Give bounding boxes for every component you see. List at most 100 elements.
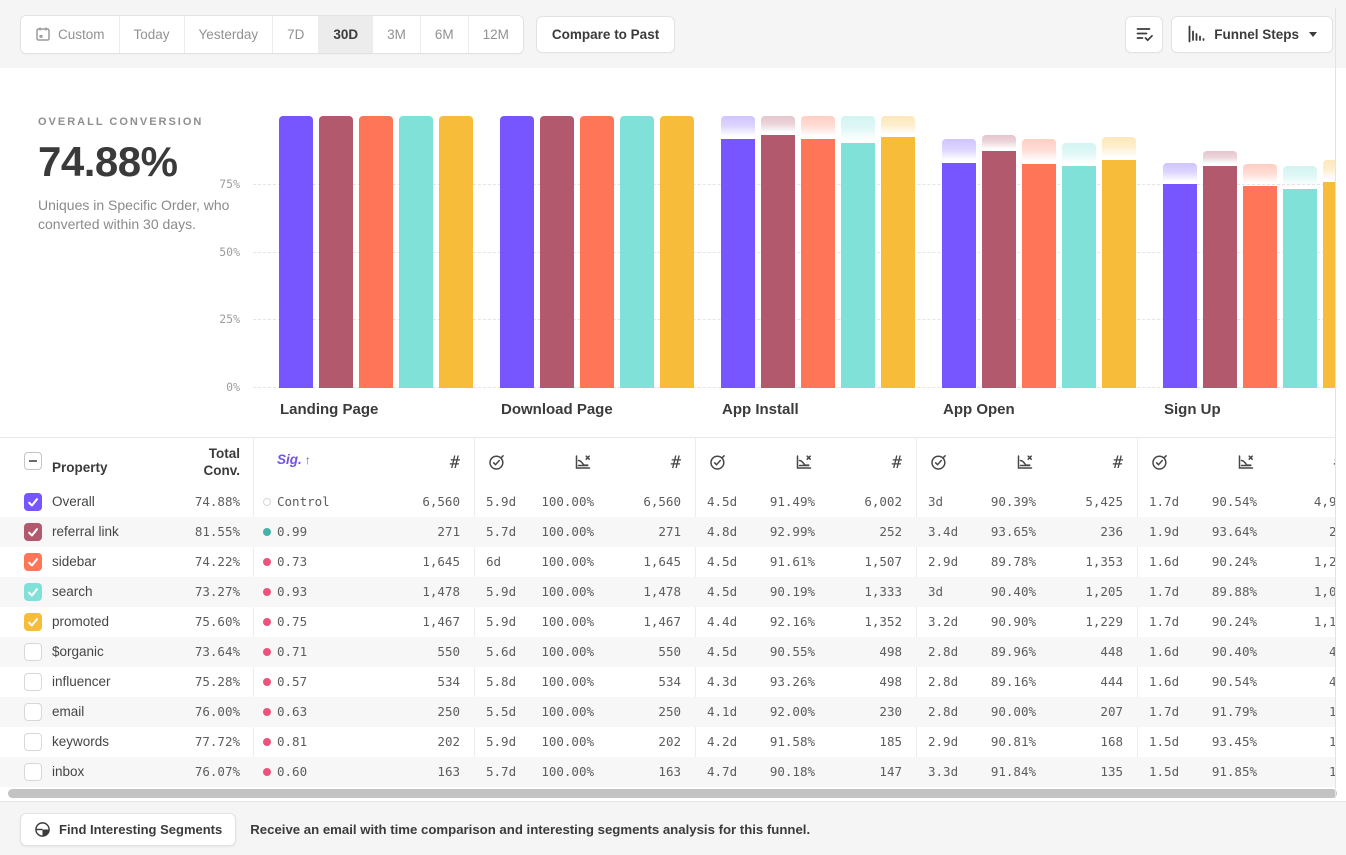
row-checkbox[interactable] xyxy=(24,583,42,601)
row-checkbox[interactable] xyxy=(24,643,42,661)
table-row[interactable]: keywords77.72%0.812025.9d100.00%2024.2d9… xyxy=(0,727,1335,757)
funnel-bar[interactable] xyxy=(1102,160,1136,388)
indeterminate-dash-icon xyxy=(29,460,37,462)
funnel-bar[interactable] xyxy=(1203,166,1237,388)
funnel-bar[interactable] xyxy=(620,116,654,388)
funnel-bar[interactable] xyxy=(660,116,694,388)
funnel-bar[interactable] xyxy=(1163,184,1197,388)
step-count: 1,645 xyxy=(353,547,460,577)
step-count: 1,229 xyxy=(1016,607,1123,637)
step-time-to-convert: 4.7d xyxy=(707,757,737,787)
funnel-bar[interactable] xyxy=(721,139,755,388)
sig-value: 0.63 xyxy=(277,697,307,727)
funnel-bar[interactable] xyxy=(881,137,915,388)
scrollable-content: OVERALL CONVERSION 74.88% Uniques in Spe… xyxy=(0,0,1335,788)
step-count: 168 xyxy=(1016,727,1123,757)
table-row[interactable]: $organic73.64%0.715505.6d100.00%5504.5d9… xyxy=(0,637,1335,667)
table-row[interactable]: referral link81.55%0.992715.7d100.00%271… xyxy=(0,517,1335,547)
funnel-bar[interactable] xyxy=(1022,164,1056,388)
table-row[interactable]: inbox76.07%0.601635.7d100.00%1634.7d90.1… xyxy=(0,757,1335,787)
funnel-bar-dropoff-cap xyxy=(1062,143,1096,166)
step-count: 534 xyxy=(574,667,681,697)
row-checkbox[interactable] xyxy=(24,763,42,781)
step-count: 163 xyxy=(574,757,681,787)
table-row[interactable]: search73.27%0.931,4785.9d100.00%1,4784.5… xyxy=(0,577,1335,607)
sig-dot-positive xyxy=(263,528,271,536)
funnel-bar[interactable] xyxy=(399,116,433,388)
funnel-bar[interactable] xyxy=(580,116,614,388)
table-row[interactable]: sidebar74.22%0.731,6456d100.00%1,6454.5d… xyxy=(0,547,1335,577)
find-interesting-segments-button[interactable]: Find Interesting Segments xyxy=(20,813,236,846)
step-count: 40 xyxy=(1237,667,1335,697)
step-time-to-convert: 1.7d xyxy=(1149,697,1179,727)
funnel-step-label: App Install xyxy=(722,401,799,418)
step-count: 250 xyxy=(353,697,460,727)
step-count: 202 xyxy=(574,727,681,757)
funnel-bar[interactable] xyxy=(841,143,875,388)
table-row[interactable]: email76.00%0.632505.5d100.00%2504.1d92.0… xyxy=(0,697,1335,727)
funnel-bar-dropoff-cap xyxy=(1323,160,1335,181)
row-checkbox[interactable] xyxy=(24,553,42,571)
funnel-step-label: Download Page xyxy=(501,401,613,418)
funnel-bar[interactable] xyxy=(1323,182,1335,388)
sig-value: 0.71 xyxy=(277,637,307,667)
row-checkbox[interactable] xyxy=(24,493,42,511)
step-time-to-convert: 2.9d xyxy=(928,547,958,577)
step-count: 22 xyxy=(1237,517,1335,547)
step-count: 1,205 xyxy=(1016,577,1123,607)
step-time-to-convert: 4.8d xyxy=(707,517,737,547)
step-count: 250 xyxy=(574,697,681,727)
horizontal-scrollbar-thumb[interactable] xyxy=(8,789,1337,798)
row-checkbox[interactable] xyxy=(24,673,42,691)
funnel-bar[interactable] xyxy=(1243,186,1277,388)
step-count: 1,467 xyxy=(353,607,460,637)
funnel-bar[interactable] xyxy=(942,163,976,388)
sig-dot-negative xyxy=(263,618,271,626)
step-count: 202 xyxy=(353,727,460,757)
step-count: 1,353 xyxy=(1016,547,1123,577)
step-time-to-convert: 1.6d xyxy=(1149,667,1179,697)
total-conversion-value: 81.55% xyxy=(140,517,240,547)
overall-conversion-summary: OVERALL CONVERSION 74.88% Uniques in Spe… xyxy=(38,116,233,234)
step-count: 236 xyxy=(1016,517,1123,547)
step-count: 147 xyxy=(795,757,902,787)
funnel-bar-dropoff-cap xyxy=(1203,151,1237,165)
total-conversion-value: 75.60% xyxy=(140,607,240,637)
chart-dropoff-icon xyxy=(1237,453,1256,471)
step-time-to-convert: 6d xyxy=(486,547,501,577)
funnel-bar-dropoff-cap xyxy=(1022,139,1056,163)
table-row[interactable]: influencer75.28%0.575345.8d100.00%5344.3… xyxy=(0,667,1335,697)
funnel-bar[interactable] xyxy=(359,116,393,388)
row-checkbox[interactable] xyxy=(24,523,42,541)
funnel-bar[interactable] xyxy=(439,116,473,388)
row-checkbox[interactable] xyxy=(24,703,42,721)
funnel-bar[interactable] xyxy=(801,139,835,388)
table-row[interactable]: Overall74.88%Control6,5605.9d100.00%6,56… xyxy=(0,487,1335,517)
property-name: inbox xyxy=(52,757,84,787)
step-count: 4,91 xyxy=(1237,487,1335,517)
table-row[interactable]: promoted75.60%0.751,4675.9d100.00%1,4674… xyxy=(0,607,1335,637)
step-time-to-convert: 5.7d xyxy=(486,757,516,787)
funnel-bar[interactable] xyxy=(761,135,795,388)
funnel-bar[interactable] xyxy=(982,151,1016,388)
funnel-bar[interactable] xyxy=(279,116,313,388)
summary-description: Uniques in Specific Order, who converted… xyxy=(38,196,233,234)
funnel-bar[interactable] xyxy=(1062,166,1096,388)
chart-dropoff-icon xyxy=(574,453,593,471)
step-time-to-convert: 3.4d xyxy=(928,517,958,547)
funnel-bar[interactable] xyxy=(500,116,534,388)
y-axis-tick-label: 0% xyxy=(195,380,240,394)
funnel-bar[interactable] xyxy=(1283,189,1317,388)
row-checkbox[interactable] xyxy=(24,613,42,631)
sig-sort-header[interactable]: Sig.↑ xyxy=(277,452,311,467)
row-checkbox[interactable] xyxy=(24,733,42,751)
property-name: Overall xyxy=(52,487,95,517)
funnel-bar[interactable] xyxy=(540,116,574,388)
table-header-row: PropertyTotalConv.Sig.↑##### xyxy=(0,437,1335,487)
property-name: email xyxy=(52,697,84,727)
select-all-checkbox[interactable] xyxy=(24,452,42,470)
step-time-to-convert: 1.5d xyxy=(1149,757,1179,787)
step-time-to-convert: 4.5d xyxy=(707,487,737,517)
funnel-bar[interactable] xyxy=(319,116,353,388)
step-time-to-convert: 2.9d xyxy=(928,727,958,757)
